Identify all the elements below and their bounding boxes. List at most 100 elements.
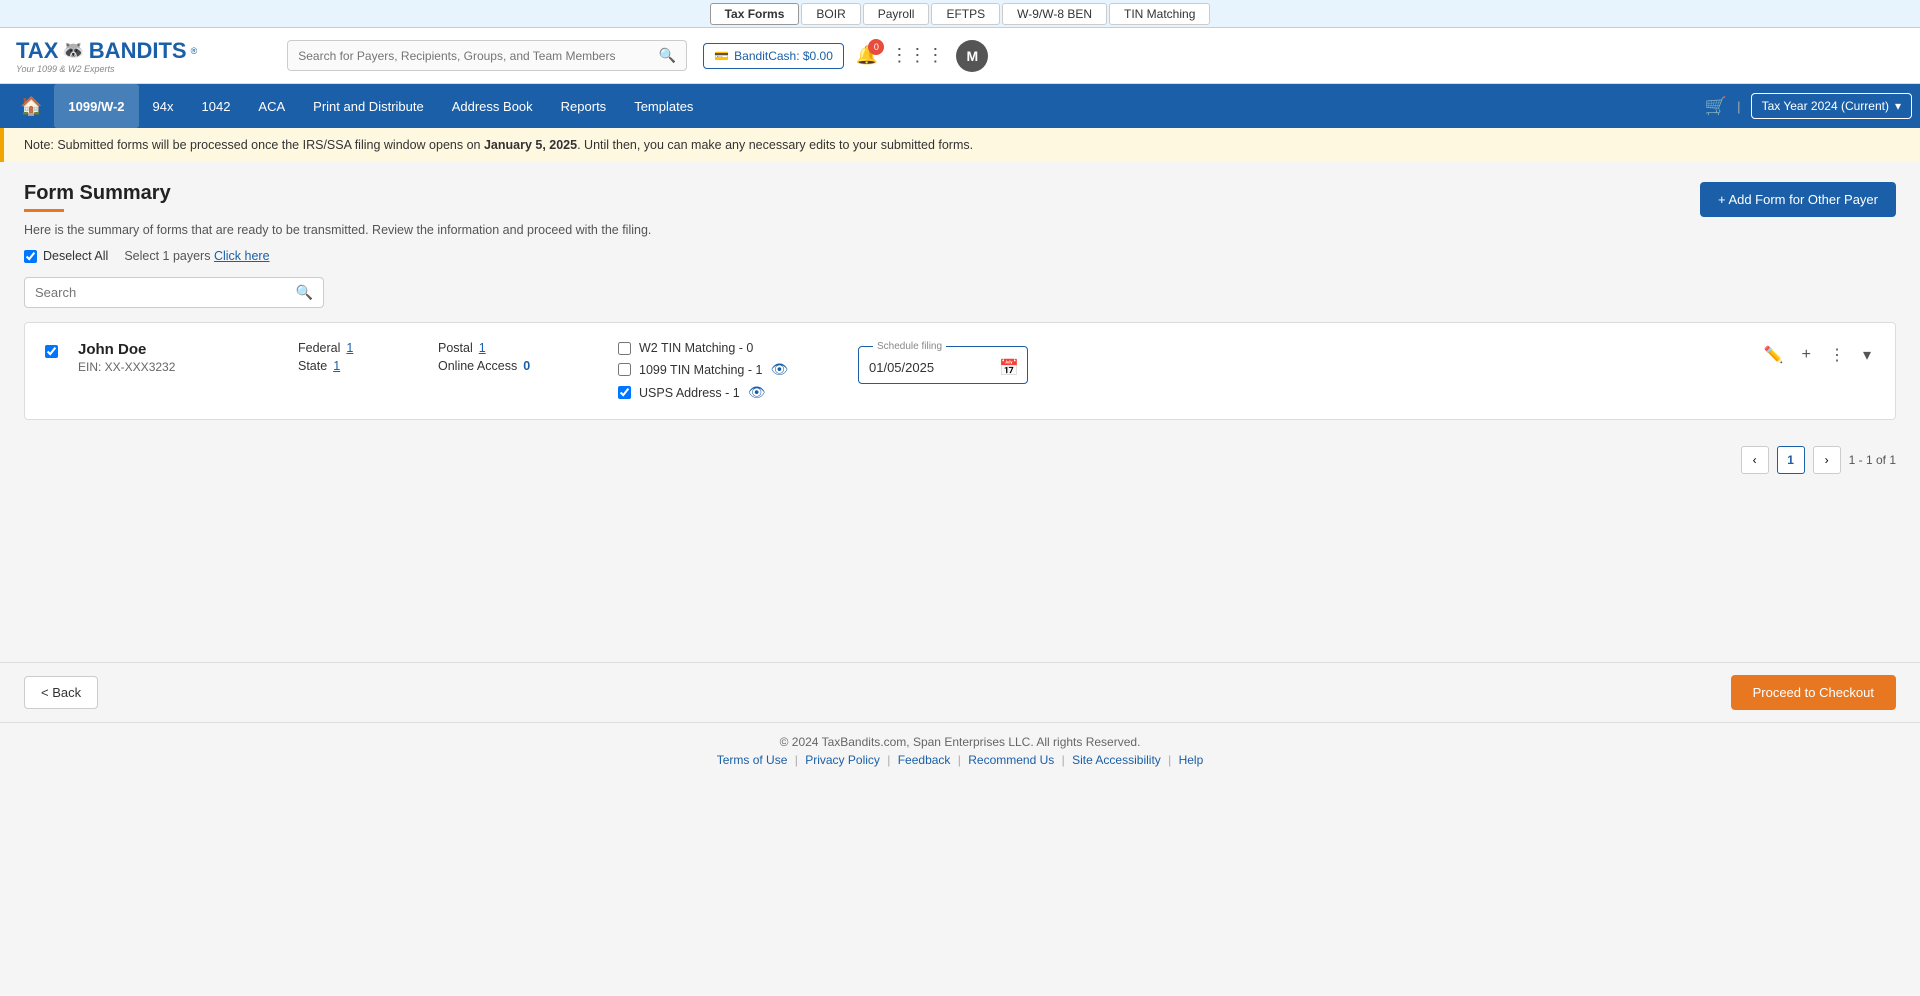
schedule-date-value: 01/05/2025 [869,360,934,375]
footer-help-link[interactable]: Help [1179,753,1204,767]
top-nav-w9w8ben[interactable]: W-9/W-8 BEN [1002,3,1107,25]
online-access-row: Online Access 0 [438,359,598,373]
add-btn[interactable]: + [1798,342,1815,368]
usps-eye-icon[interactable]: 👁 [748,384,766,401]
page-title-underline [24,209,64,212]
payer-search-icon[interactable]: 🔍 [296,284,313,301]
payer-search-box[interactable]: 🔍 [24,277,324,308]
footer-feedback-link[interactable]: Feedback [898,753,951,767]
payer-info: John Doe EIN: XX-XXX3232 [78,341,278,374]
payer-name: John Doe [78,341,278,358]
click-here-link[interactable]: Click here [214,249,270,263]
footer-terms-link[interactable]: Terms of Use [717,753,788,767]
tax-year-btn[interactable]: Tax Year 2024 (Current) ▾ [1751,93,1912,119]
nav-aca[interactable]: ACA [244,84,299,128]
page-range-info: 1 - 1 of 1 [1849,453,1896,467]
logo: TAX 🦝 BANDITS ® Your 1099 & W2 Experts [16,38,197,74]
prev-page-btn[interactable]: ‹ [1741,446,1769,474]
search-icon[interactable]: 🔍 [659,47,676,64]
state-count[interactable]: 1 [333,359,340,373]
proceed-btn[interactable]: Proceed to Checkout [1731,675,1896,710]
bandit-cash-btn[interactable]: 💳 BanditCash: $0.00 [703,43,844,69]
logo-bandits-text: BANDITS [89,38,187,64]
calendar-icon[interactable]: 📅 [999,358,1019,378]
logo-registered: ® [191,46,198,56]
search-bar[interactable]: 🔍 [287,40,687,71]
apps-btn[interactable]: ⋮⋮⋮ [890,45,944,66]
footer-recommend-link[interactable]: Recommend Us [968,753,1054,767]
logo-tagline: Your 1099 & W2 Experts [16,64,197,74]
tin1099-matching-row: 1099 TIN Matching - 1 👁 [618,361,838,378]
nav-templates[interactable]: Templates [620,84,707,128]
top-nav-tax-forms[interactable]: Tax Forms [710,3,800,25]
online-access-label: Online Access [438,359,517,373]
main-content: Form Summary + Add Form for Other Payer … [0,162,1920,662]
deselect-all-label[interactable]: Deselect All [24,249,108,263]
notification-btn[interactable]: 🔔 0 [856,45,878,66]
schedule-section: Schedule filing 01/05/2025 📅 [858,341,1028,384]
top-nav-boir[interactable]: BOIR [801,3,860,25]
logo-icon: 🦝 [62,40,84,61]
footer-privacy-link[interactable]: Privacy Policy [805,753,880,767]
bandit-cash-wallet-icon: 💳 [714,49,729,63]
postal-counts: Postal 1 Online Access 0 [438,341,598,373]
w2-tin-checkbox[interactable] [618,342,631,355]
tax-year-label: Tax Year 2024 (Current) [1762,99,1889,113]
usps-address-checkbox[interactable] [618,386,631,399]
top-nav-eftps[interactable]: EFTPS [931,3,1000,25]
top-nav: Tax Forms BOIR Payroll EFTPS W-9/W-8 BEN… [0,0,1920,28]
payer-card: John Doe EIN: XX-XXX3232 Federal 1 State… [24,322,1896,420]
header: TAX 🦝 BANDITS ® Your 1099 & W2 Experts 🔍… [0,28,1920,84]
federal-count-row: Federal 1 [298,341,418,355]
card-actions: ✏️ + ⋮ ▾ [1760,341,1875,369]
usps-address-label: USPS Address - 1 [639,386,740,400]
home-nav-btn[interactable]: 🏠 [8,96,54,117]
postal-count[interactable]: 1 [479,341,486,355]
top-nav-payroll[interactable]: Payroll [863,3,930,25]
payer-card-row: John Doe EIN: XX-XXX3232 Federal 1 State… [45,341,1875,401]
expand-btn[interactable]: ▾ [1859,341,1875,369]
footer-copyright: © 2024 TaxBandits.com, Span Enterprises … [12,735,1908,749]
footer-accessibility-link[interactable]: Site Accessibility [1072,753,1161,767]
notice-text-1: Note: Submitted forms will be processed … [24,138,484,152]
cart-icon[interactable]: 🛒 [1705,96,1727,117]
main-nav-right: 🛒 | Tax Year 2024 (Current) ▾ [1705,93,1912,119]
top-nav-tin-matching[interactable]: TIN Matching [1109,3,1210,25]
postal-label: Postal [438,341,473,355]
notification-badge: 0 [868,39,884,55]
matching-section: W2 TIN Matching - 0 1099 TIN Matching - … [618,341,838,401]
federal-label: Federal [298,341,340,355]
avatar[interactable]: M [956,40,988,72]
nav-address-book[interactable]: Address Book [438,84,547,128]
page-header: Form Summary + Add Form for Other Payer [24,182,1896,217]
nav-94x[interactable]: 94x [139,84,188,128]
footer-links: Terms of Use | Privacy Policy | Feedback… [12,753,1908,767]
nav-1042[interactable]: 1042 [188,84,245,128]
deselect-all-checkbox[interactable] [24,250,37,263]
state-count-row: State 1 [298,359,418,373]
payer-search-input[interactable] [35,285,296,300]
page-1-btn[interactable]: 1 [1777,446,1805,474]
payer-checkbox[interactable] [45,345,58,358]
footer: © 2024 TaxBandits.com, Span Enterprises … [0,722,1920,779]
deselect-all-text: Deselect All [43,249,108,263]
nav-1099-w2[interactable]: 1099/W-2 [54,84,138,128]
edit-btn[interactable]: ✏️ [1760,341,1788,369]
nav-reports[interactable]: Reports [547,84,621,128]
search-input[interactable] [298,49,659,63]
tin1099-checkbox[interactable] [618,363,631,376]
nav-print-distribute[interactable]: Print and Distribute [299,84,438,128]
notice-text-2: . Until then, you can make any necessary… [577,138,973,152]
add-form-btn[interactable]: + Add Form for Other Payer [1700,182,1896,217]
federal-count[interactable]: 1 [346,341,353,355]
next-page-btn[interactable]: › [1813,446,1841,474]
header-right: 💳 BanditCash: $0.00 🔔 0 ⋮⋮⋮ M [703,40,988,72]
controls-row: Deselect All Select 1 payers Click here [24,249,1896,263]
online-access-count[interactable]: 0 [523,359,530,373]
tin1099-eye-icon[interactable]: 👁 [770,361,788,378]
more-btn[interactable]: ⋮ [1825,341,1849,369]
notice-banner: Note: Submitted forms will be processed … [0,128,1920,162]
tin1099-label: 1099 TIN Matching - 1 [639,363,762,377]
back-btn[interactable]: < Back [24,676,98,709]
pagination-row: ‹ 1 › 1 - 1 of 1 [24,430,1896,490]
